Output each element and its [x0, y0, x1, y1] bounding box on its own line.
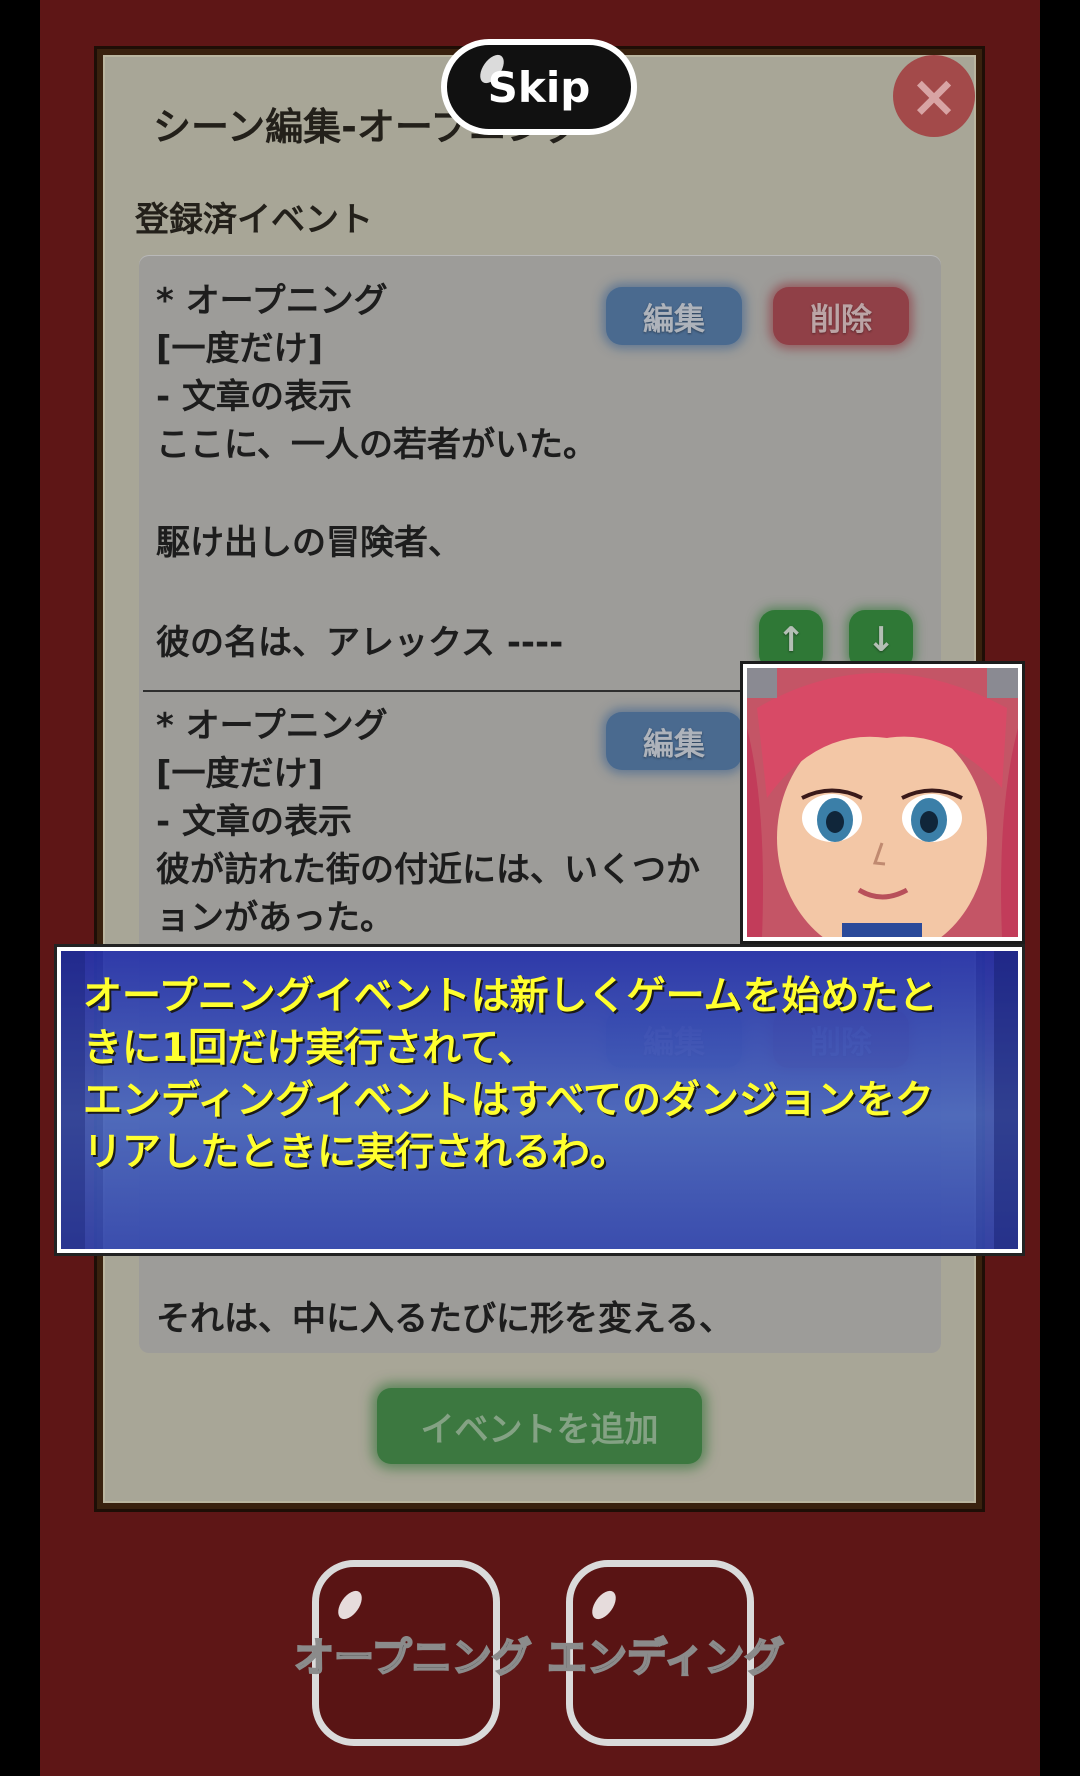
skip-button-label: Skip	[487, 62, 591, 112]
character-portrait	[740, 661, 1025, 944]
tutorial-message-text: オープニングイベントは新しくゲームを始めたと きに1回だけ実行されて、 エンディ…	[83, 971, 1003, 1179]
skip-button[interactable]: Skip	[441, 39, 637, 135]
message-line: リアしたときに実行されるわ。	[83, 1130, 630, 1175]
button-gloss	[587, 1586, 621, 1624]
character-face-illustration	[747, 668, 1018, 937]
message-line: エンディングイベントはすべてのダンジョンをク	[83, 1078, 934, 1123]
tab-opening-label: オープニング	[293, 1634, 533, 1682]
button-gloss	[333, 1586, 367, 1624]
tutorial-message-box[interactable]: オープニングイベントは新しくゲームを始めたと きに1回だけ実行されて、 エンディ…	[54, 944, 1025, 1256]
message-line: オープニングイベントは新しくゲームを始めたと	[83, 974, 938, 1019]
close-button[interactable]: ×	[893, 55, 975, 137]
tab-ending-label: エンディング	[546, 1634, 785, 1682]
message-line: きに1回だけ実行されて、	[83, 1026, 537, 1071]
